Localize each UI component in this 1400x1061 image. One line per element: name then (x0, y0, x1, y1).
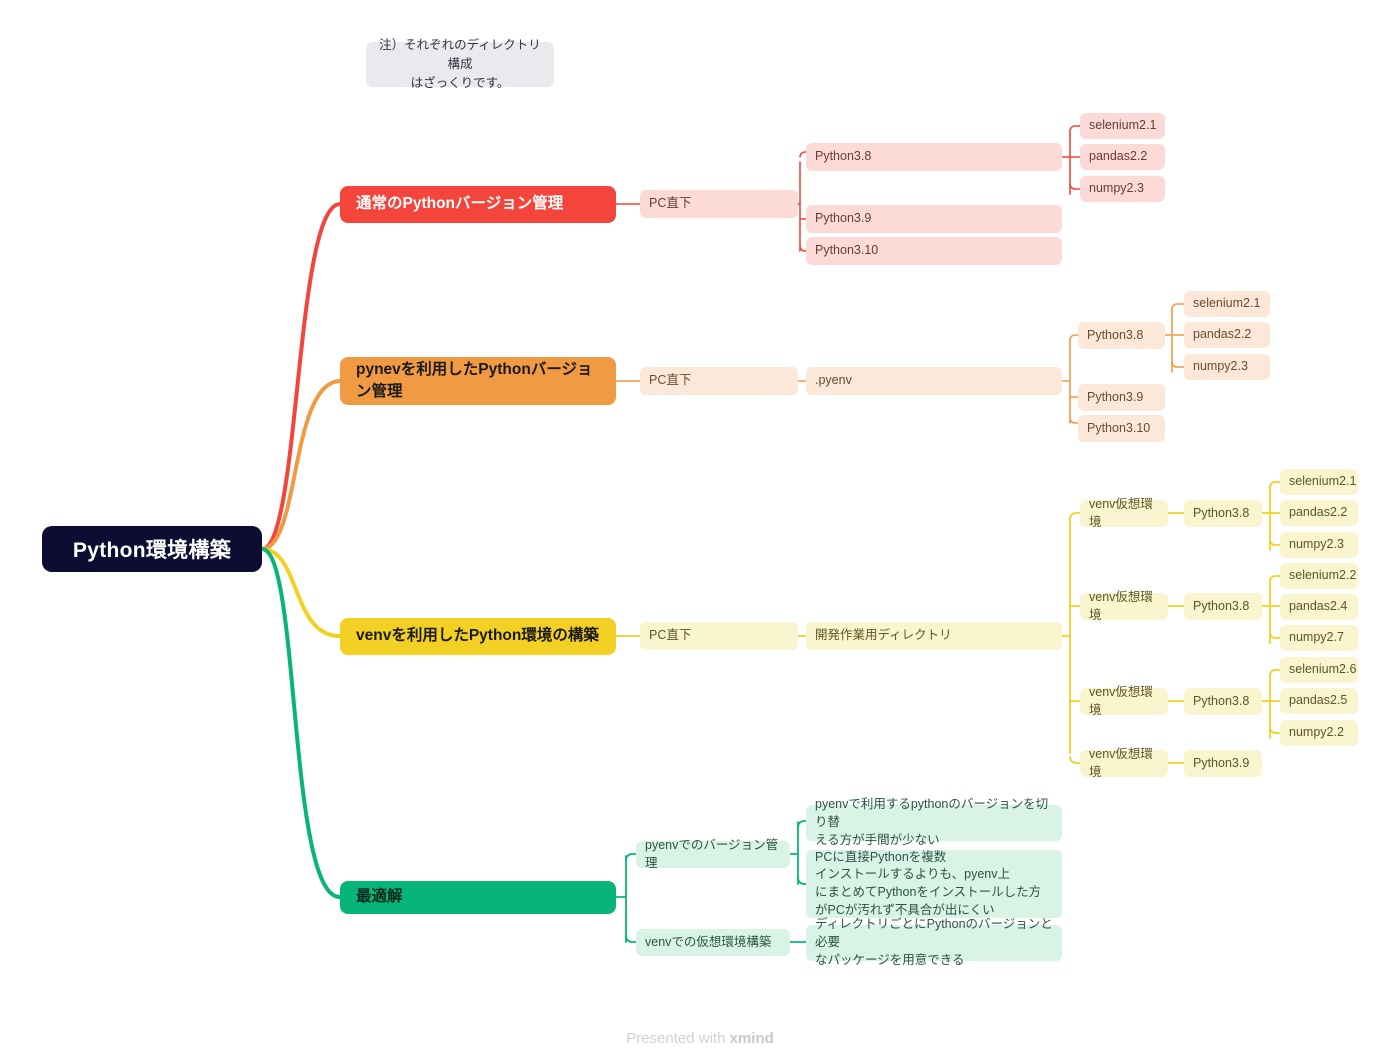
node-python-310-b1[interactable]: Python3.10 (806, 237, 1062, 265)
node-selenium-b2[interactable]: selenium2.1 (1184, 291, 1270, 317)
node-python-39-b2[interactable]: Python3.9 (1078, 384, 1165, 411)
node-venv-python-2[interactable]: Python3.8 (1184, 593, 1262, 620)
node-venv-env-4[interactable]: venv仮想環境 (1080, 747, 1168, 779)
node-venv3-pandas[interactable]: pandas2.5 (1280, 688, 1358, 714)
node-detail-pyenv-clean[interactable]: PCに直接Pythonを複数 インストールするよりも、pyenv上 にまとめてP… (806, 850, 1062, 918)
node-venv3-selenium[interactable]: selenium2.6 (1280, 657, 1358, 683)
node-pc-direct-b3[interactable]: PC直下 (640, 622, 798, 650)
footer-watermark: Presented with xmind (0, 1030, 1400, 1047)
node-numpy-b1[interactable]: numpy2.3 (1080, 176, 1165, 202)
node-topic-venv-virtual-env[interactable]: venvでの仮想環境構築 (636, 929, 790, 956)
node-venv2-selenium[interactable]: selenium2.2 (1280, 563, 1358, 589)
mindmap-canvas: 注）それぞれのディレクトリ構成 はざっくりです。 Python環境構築 通常のP… (0, 0, 1400, 1061)
node-python-38-b2[interactable]: Python3.8 (1078, 322, 1165, 349)
footer-prefix: Presented with (626, 1030, 730, 1047)
node-pandas-b2[interactable]: pandas2.2 (1184, 322, 1270, 348)
node-detail-venv-per-directory[interactable]: ディレクトリごとにPythonのバージョンと必要 なパッケージを用意できる (806, 917, 1062, 967)
node-venv-env-2[interactable]: venv仮想環境 (1080, 590, 1168, 622)
node-dev-directory[interactable]: 開発作業用ディレクトリ (806, 622, 1062, 650)
node-python-38-b1[interactable]: Python3.8 (806, 143, 1062, 171)
node-venv3-numpy[interactable]: numpy2.2 (1280, 720, 1358, 746)
node-numpy-b2[interactable]: numpy2.3 (1184, 354, 1270, 380)
footer-brand: xmind (729, 1030, 774, 1047)
node-venv-python-1[interactable]: Python3.8 (1184, 500, 1262, 527)
node-venv1-numpy[interactable]: numpy2.3 (1280, 532, 1358, 558)
node-venv-env-1[interactable]: venv仮想環境 (1080, 497, 1168, 529)
node-python-39-b1[interactable]: Python3.9 (806, 205, 1062, 233)
branch-node-best-solution[interactable]: 最適解 (340, 881, 616, 914)
node-venv-env-3[interactable]: venv仮想環境 (1080, 685, 1168, 717)
root-node[interactable]: Python環境構築 (42, 526, 262, 572)
node-python-310-b2[interactable]: Python3.10 (1078, 415, 1165, 442)
node-selenium-b1[interactable]: selenium2.1 (1080, 113, 1165, 139)
node-venv2-pandas[interactable]: pandas2.4 (1280, 594, 1358, 620)
node-venv-python-3[interactable]: Python3.8 (1184, 688, 1262, 715)
node-pandas-b1[interactable]: pandas2.2 (1080, 144, 1165, 170)
branch-node-pyenv-version-management[interactable]: pynevを利用したPythonバージョン管理 (340, 357, 616, 405)
note-callout: 注）それぞれのディレクトリ構成 はざっくりです。 (366, 38, 554, 90)
node-venv1-selenium[interactable]: selenium2.1 (1280, 469, 1358, 495)
node-venv1-pandas[interactable]: pandas2.2 (1280, 500, 1358, 526)
branch-node-venv-environment[interactable]: venvを利用したPython環境の構築 (340, 618, 616, 655)
node-pyenv-dir[interactable]: .pyenv (806, 367, 1062, 395)
node-pc-direct-b1[interactable]: PC直下 (640, 190, 798, 218)
node-venv2-numpy[interactable]: numpy2.7 (1280, 625, 1358, 651)
branch-node-normal-python-version-management[interactable]: 通常のPythonバージョン管理 (340, 186, 616, 223)
node-venv-python-4[interactable]: Python3.9 (1184, 750, 1262, 777)
node-detail-pyenv-switch[interactable]: pyenvで利用するpythonのバージョンを切り替 える方が手間が少ない (806, 797, 1062, 847)
node-pc-direct-b2[interactable]: PC直下 (640, 367, 798, 395)
node-topic-pyenv-version-management[interactable]: pyenvでのバージョン管理 (636, 838, 790, 870)
